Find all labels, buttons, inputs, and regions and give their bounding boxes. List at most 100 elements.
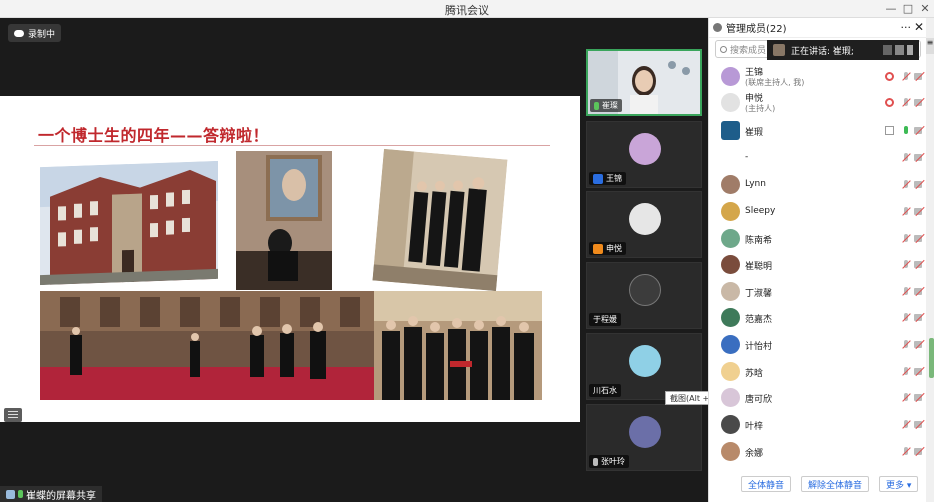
participant-name: 川石水 — [593, 386, 617, 395]
avatar — [721, 148, 740, 167]
microphone-muted-icon[interactable] — [901, 234, 910, 243]
video-tile[interactable]: 于程媛 — [586, 262, 702, 329]
microphone-muted-icon[interactable] — [901, 207, 910, 216]
member-row[interactable]: 苏晗 — [709, 359, 927, 385]
member-row[interactable]: Sleepy — [709, 199, 927, 225]
member-row[interactable]: Lynn — [709, 172, 927, 198]
participant-name: 王锦 — [606, 174, 622, 183]
microphone-muted-icon — [593, 457, 598, 466]
camera-off-icon[interactable] — [914, 207, 923, 216]
camera-off-icon[interactable] — [914, 287, 923, 296]
member-name: 崔聪明 — [745, 262, 773, 272]
video-strip: 崔璨 王锦 申悦 于程媛 川石水 张叶玲 — [580, 18, 708, 502]
camera-off-icon[interactable] — [914, 340, 923, 349]
video-tile[interactable]: 川石水 — [586, 333, 702, 400]
avatar — [721, 255, 740, 274]
member-row[interactable]: 范嘉杰 — [709, 305, 927, 331]
member-row[interactable]: 崔聪明 — [709, 252, 927, 278]
screen-share-indicator[interactable]: 崔蝶的屏幕共享 — [0, 486, 102, 502]
microphone-muted-icon[interactable] — [901, 260, 910, 269]
microphone-muted-icon[interactable] — [901, 287, 910, 296]
video-tile[interactable]: 王锦 — [586, 121, 702, 188]
member-row[interactable]: 丁淑馨 — [709, 279, 927, 305]
camera-off-icon[interactable] — [914, 153, 923, 162]
recording-badge[interactable]: 录制中 — [8, 24, 62, 42]
member-row[interactable]: 崔瑕 — [709, 118, 927, 144]
camera-off-icon[interactable] — [914, 98, 923, 107]
unmute-all-button[interactable]: 解除全体静音 — [801, 476, 870, 492]
camera-off-icon[interactable] — [914, 447, 923, 456]
camera-off-icon[interactable] — [914, 260, 923, 269]
members-panel-header: 管理成员(22) ··· ✕ — [709, 18, 927, 38]
list-icon[interactable] — [4, 408, 22, 422]
member-row[interactable]: 陈南希 — [709, 226, 927, 252]
maximize-icon[interactable]: □ — [901, 2, 915, 15]
avatar — [721, 121, 740, 140]
camera-off-icon[interactable] — [914, 393, 923, 402]
presentation-slide: 一个博士生的四年——答辩啦！ — [0, 96, 580, 422]
more-button[interactable]: 更多 ▾ — [879, 476, 919, 492]
microphone-muted-icon[interactable] — [901, 180, 910, 189]
panel-side-rail[interactable]: ≡ — [926, 18, 934, 502]
microphone-muted-icon[interactable] — [901, 393, 910, 402]
mute-all-button[interactable]: 全体静音 — [741, 476, 792, 492]
avatar — [721, 442, 740, 461]
member-row[interactable]: 余娜 — [709, 439, 927, 465]
member-row[interactable]: 叶梓 — [709, 412, 927, 438]
member-row[interactable]: - — [709, 145, 927, 171]
avatar — [721, 93, 740, 112]
camera-off-icon[interactable] — [914, 420, 923, 429]
portrait-signing-photo — [236, 151, 332, 290]
camera-off-icon[interactable] — [914, 180, 923, 189]
avatar — [721, 202, 740, 221]
microphone-muted-icon[interactable] — [901, 98, 910, 107]
avatar — [629, 345, 661, 377]
video-tile[interactable]: 张叶玲 — [586, 404, 702, 471]
resize-handle[interactable] — [929, 338, 934, 378]
participant-name: 张叶玲 — [601, 457, 625, 466]
speaking-indicator: 正在讲话: 崔瑕; — [767, 40, 919, 60]
member-name: 计怡村 — [745, 342, 773, 352]
camera-off-icon[interactable] — [914, 367, 923, 376]
members-icon — [713, 23, 722, 32]
member-name: 苏晗 — [745, 369, 764, 379]
member-name: Sleepy — [745, 206, 776, 216]
microphone-icon — [18, 490, 23, 498]
microphone-muted-icon[interactable] — [901, 367, 910, 376]
member-name: 叶梓 — [745, 422, 764, 432]
member-row[interactable]: 申悦 (主持人) — [709, 90, 927, 116]
microphone-muted-icon[interactable] — [901, 153, 910, 162]
microphone-icon[interactable] — [901, 126, 910, 135]
microphone-muted-icon[interactable] — [901, 447, 910, 456]
member-row[interactable]: 唐可欣 — [709, 385, 927, 411]
camera-off-icon[interactable] — [914, 234, 923, 243]
microphone-muted-icon[interactable] — [901, 72, 910, 81]
close-panel-icon[interactable]: ✕ — [914, 20, 924, 34]
close-icon[interactable]: ✕ — [918, 2, 932, 15]
microphone-muted-icon[interactable] — [901, 420, 910, 429]
member-row[interactable]: 计怡村 — [709, 332, 927, 358]
search-placeholder: 搜索成员 — [730, 45, 767, 56]
menu-icon[interactable]: ≡ — [926, 38, 934, 54]
speaker-thumbnails — [883, 45, 913, 55]
camera-off-icon[interactable] — [914, 72, 923, 81]
member-name: 唐可欣 — [745, 395, 773, 405]
avatar — [721, 362, 740, 381]
sharing-icon[interactable] — [885, 72, 894, 81]
minimize-icon[interactable]: — — [884, 2, 898, 15]
screen-share-icon[interactable] — [885, 126, 894, 135]
member-row[interactable]: 王锦 (联席主持人, 我) — [709, 64, 927, 90]
video-tile[interactable]: 申悦 — [586, 191, 702, 258]
avatar — [721, 388, 740, 407]
more-options-icon[interactable]: ··· — [901, 21, 912, 34]
camera-off-icon[interactable] — [914, 313, 923, 322]
video-tile-active-speaker[interactable]: 崔璨 — [586, 49, 702, 116]
ceremony-group-photo — [374, 291, 542, 400]
avatar — [721, 175, 740, 194]
video-tile-name: 川石水 — [589, 384, 621, 397]
microphone-muted-icon[interactable] — [901, 313, 910, 322]
sharing-icon[interactable] — [885, 98, 894, 107]
camera-off-icon[interactable] — [914, 126, 923, 135]
microphone-muted-icon[interactable] — [901, 340, 910, 349]
slide-divider — [34, 145, 550, 146]
